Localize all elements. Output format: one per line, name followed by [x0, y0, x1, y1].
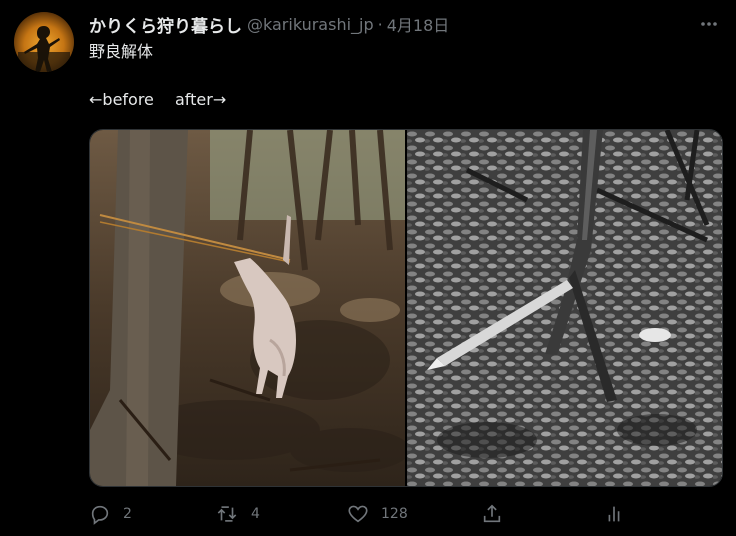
avatar[interactable] [14, 12, 74, 72]
reply-button[interactable]: 2 [89, 503, 215, 525]
retweet-count: 4 [251, 506, 260, 522]
reply-icon [89, 503, 111, 525]
action-bar: 2 4 128 [89, 500, 629, 528]
like-count: 128 [381, 506, 408, 522]
share-icon [481, 503, 503, 525]
before-photo[interactable] [90, 130, 405, 486]
reply-count: 2 [123, 506, 132, 522]
avatar-image [14, 12, 74, 72]
like-button[interactable]: 128 [347, 503, 481, 525]
user-handle[interactable]: @karikurashi_jp [247, 15, 374, 34]
retweet-button[interactable]: 4 [215, 503, 347, 525]
tweet-text: 野良解体 ←before after→ [89, 42, 227, 109]
after-photo[interactable] [407, 130, 722, 486]
analytics-button[interactable] [603, 503, 625, 525]
analytics-icon [603, 503, 625, 525]
timestamp[interactable]: 4月18日 [387, 12, 450, 36]
retweet-icon [215, 503, 239, 525]
heart-icon [347, 503, 369, 525]
display-name[interactable]: かりくら狩り暮らし [89, 12, 242, 37]
share-button[interactable] [481, 503, 603, 525]
more-horizontal-icon[interactable] [698, 14, 720, 34]
separator-dot: · [377, 14, 383, 34]
tweet-header: かりくら狩り暮らし @karikurashi_jp · 4月18日 [89, 12, 450, 37]
media-grid[interactable] [89, 129, 723, 487]
